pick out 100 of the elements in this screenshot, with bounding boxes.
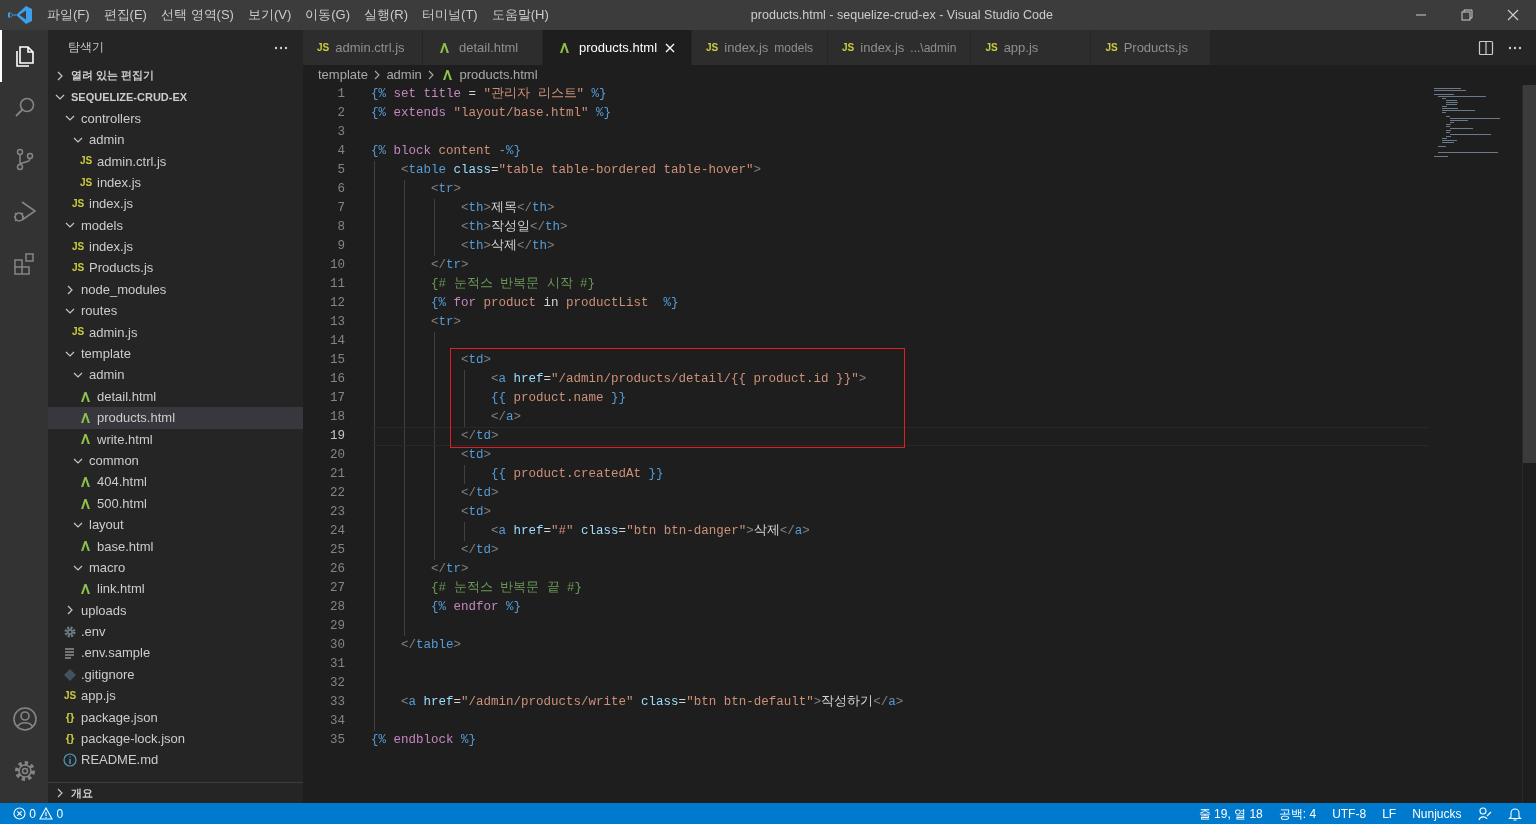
breadcrumb-item[interactable]: admin — [386, 65, 422, 85]
line-number: 28 — [329, 599, 345, 616]
editor-tab[interactable]: JS index.js ...\admin — [828, 30, 972, 65]
menu-item[interactable]: 파일(F) — [40, 5, 97, 25]
section-header[interactable]: SEQUELIZE-CRUD-EX — [48, 86, 303, 108]
file-icon: JS — [71, 263, 85, 274]
section-header[interactable]: 열려 있는 편집기 — [48, 65, 303, 87]
file-name: app.js — [81, 687, 116, 706]
file-item[interactable]: JS admin.js — [48, 321, 303, 344]
editor-tab[interactable]: products.html — [543, 30, 693, 65]
file-item[interactable]: {} package.json — [48, 706, 303, 729]
line-number: 31 — [329, 656, 345, 673]
folder-item[interactable]: controllers — [48, 107, 303, 130]
file-item[interactable]: .env.sample — [48, 642, 303, 664]
file-item[interactable]: base.html — [48, 535, 303, 557]
folder-item[interactable]: admin — [48, 364, 303, 386]
status-item[interactable]: LF — [1374, 804, 1405, 823]
file-name: .env.sample — [81, 644, 151, 663]
tab-label: app.js — [1003, 38, 1039, 57]
editor-tab[interactable]: JS index.js models — [692, 30, 829, 65]
breadcrumb-item[interactable]: template — [318, 65, 368, 85]
file-item[interactable]: link.html — [48, 578, 303, 600]
menu-item[interactable]: 도움말(H) — [484, 5, 556, 25]
menu-item[interactable]: 이동(G) — [298, 5, 358, 25]
file-item[interactable]: JS Products.js — [48, 257, 303, 279]
line-number: 20 — [329, 447, 345, 464]
line-number: 10 — [329, 257, 345, 274]
section-title: 개요 — [71, 785, 93, 801]
file-name: index.js — [89, 238, 134, 257]
status-item[interactable]: UTF-8 — [1324, 804, 1375, 823]
folder-item[interactable]: template — [48, 343, 303, 365]
file-item[interactable]: detail.html — [48, 385, 303, 408]
file-name: node_modules — [81, 280, 167, 299]
file-name: write.html — [97, 430, 153, 449]
file-item[interactable]: products.html — [48, 407, 303, 429]
file-item[interactable]: .gitignore — [48, 663, 303, 686]
file-icon: JS — [79, 177, 93, 188]
tab-label: detail.html — [459, 38, 519, 57]
folder-item[interactable]: uploads — [48, 599, 303, 622]
file-item[interactable]: JS index.js — [48, 171, 303, 194]
code-line: {% endblock %} — [371, 732, 478, 749]
status-item[interactable]: Nunjucks — [1404, 804, 1470, 823]
editor-tab[interactable]: JS admin.ctrl.js — [303, 30, 423, 65]
file-item[interactable]: write.html — [48, 428, 303, 451]
folder-item[interactable]: common — [48, 450, 303, 472]
menu-item[interactable]: 실행(R) — [357, 5, 416, 25]
info-icon — [62, 752, 78, 769]
file-icon: {} — [65, 711, 75, 723]
menu-item[interactable]: 보기(V) — [240, 5, 299, 25]
file-item[interactable]: JS index.js — [48, 193, 303, 215]
line-number: 34 — [329, 713, 345, 730]
folder-item[interactable]: admin — [48, 129, 303, 151]
file-name: admin — [89, 366, 125, 385]
file-item[interactable]: 404.html — [48, 471, 303, 493]
line-number: 5 — [336, 162, 345, 179]
file-name: .env — [81, 623, 106, 642]
file-item[interactable]: 500.html — [48, 492, 303, 515]
status-item[interactable]: 공백: 4 — [1270, 804, 1325, 823]
file-icon: JS — [842, 42, 855, 53]
folder-item[interactable]: macro — [48, 557, 303, 579]
line-number: 11 — [329, 276, 345, 293]
file-name: index.js — [89, 195, 134, 214]
folder-item[interactable]: node_modules — [48, 278, 303, 301]
file-item[interactable]: .env — [48, 621, 303, 643]
file-name: admin.ctrl.js — [97, 152, 167, 171]
scrollbar-thumb[interactable] — [1523, 85, 1536, 463]
menu-item[interactable]: 터미널(T) — [415, 5, 485, 25]
file-name: layout — [89, 516, 124, 535]
menu-item[interactable]: 선택 영역(S) — [153, 5, 241, 25]
editor-tab[interactable]: detail.html — [423, 30, 543, 65]
status-item[interactable]: 줄 19, 열 18 — [1190, 804, 1271, 823]
file-item[interactable]: JS index.js — [48, 236, 303, 258]
line-number: 1 — [336, 86, 345, 103]
file-item[interactable]: {} package-lock.json — [48, 728, 303, 750]
menu-item[interactable]: 편집(E) — [96, 5, 154, 25]
file-name: link.html — [97, 580, 145, 599]
editor-tab[interactable]: JS Products.js — [1091, 30, 1212, 65]
breadcrumb-item[interactable]: products.html — [459, 65, 538, 85]
file-name: macro — [89, 558, 126, 577]
code-line: {% block content -%} — [371, 143, 523, 160]
line-number: 21 — [329, 466, 345, 483]
file-item[interactable]: README.md — [48, 749, 303, 771]
line-number: 24 — [329, 523, 345, 540]
section-title: SEQUELIZE-CRUD-EX — [71, 89, 188, 105]
line-number: 9 — [336, 238, 345, 255]
file-icon: JS — [71, 241, 85, 252]
folder-item[interactable]: models — [48, 214, 303, 237]
file-name: package-lock.json — [81, 730, 186, 749]
file-item[interactable]: JS app.js — [48, 685, 303, 707]
line-number: 14 — [329, 333, 345, 350]
file-item[interactable]: JS admin.ctrl.js — [48, 150, 303, 172]
split-editor-icon[interactable] — [1478, 39, 1494, 56]
file-name: 404.html — [97, 473, 147, 492]
problems-indicator[interactable]: 0 0 — [0, 804, 72, 823]
file-name: index.js — [97, 173, 142, 192]
file-icon: JS — [985, 42, 998, 53]
code-line: {% set title = "관리자 리스트" %} — [371, 86, 608, 103]
folder-item[interactable]: routes — [48, 300, 303, 322]
folder-item[interactable]: layout — [48, 514, 303, 536]
editor-tab[interactable]: JS app.js — [971, 30, 1092, 65]
